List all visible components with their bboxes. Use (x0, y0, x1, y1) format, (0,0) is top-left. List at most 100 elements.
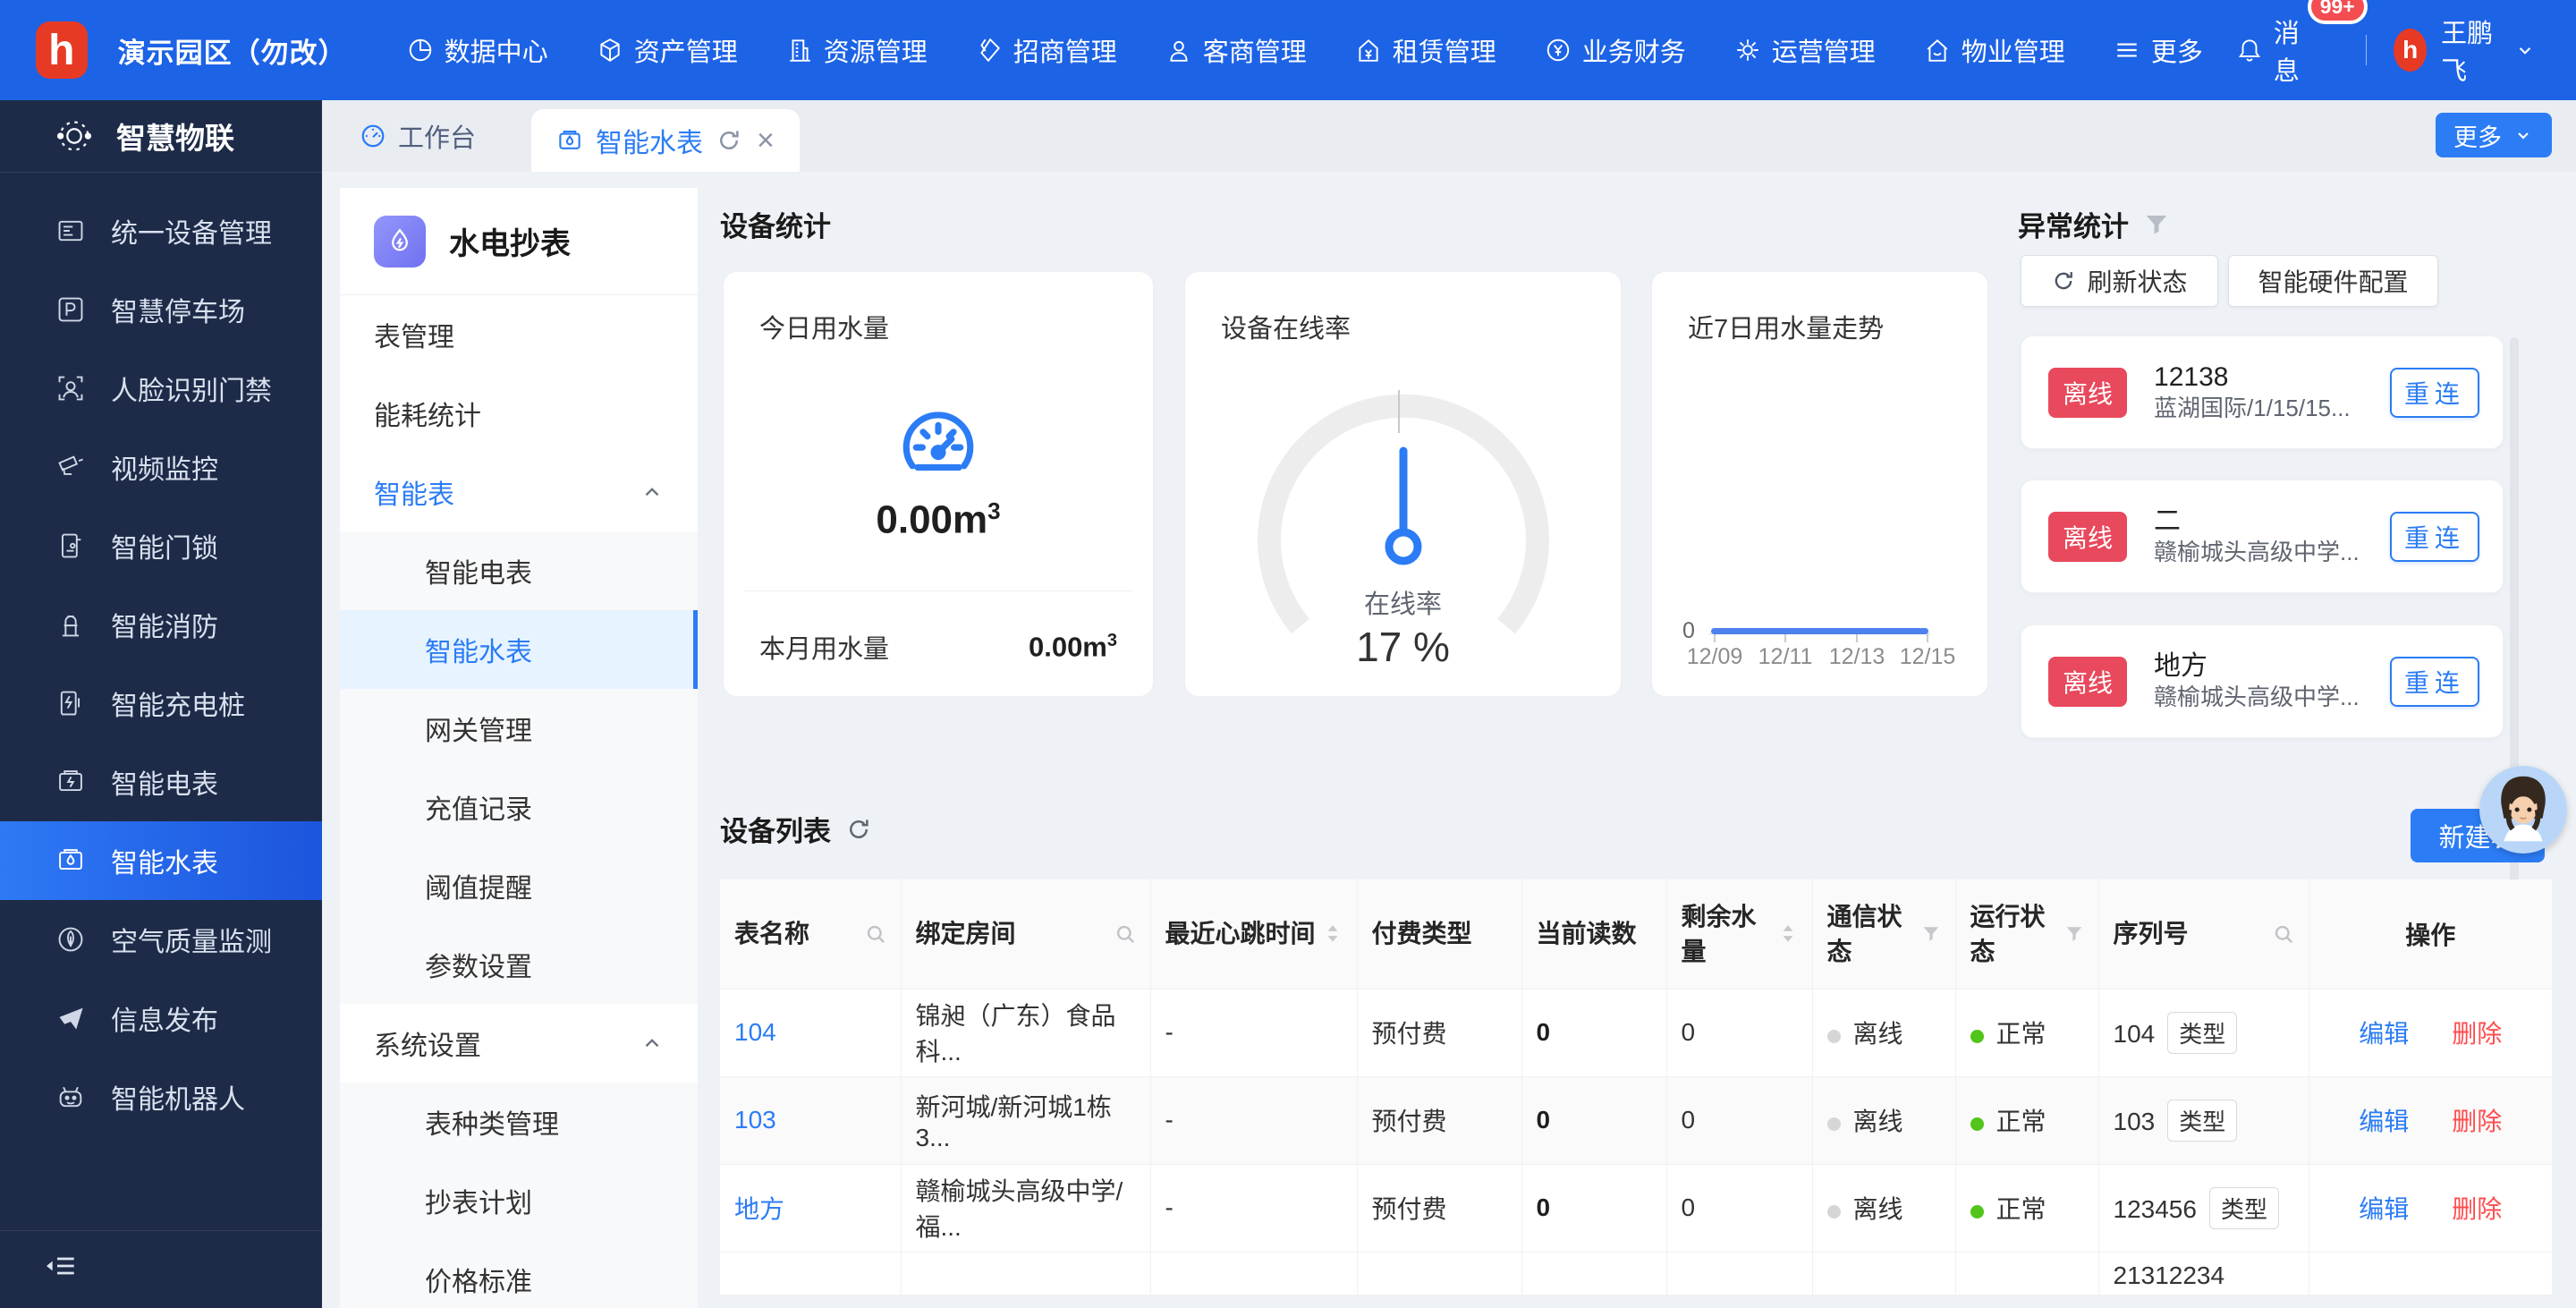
tab-workbench[interactable]: 工作台 (322, 100, 513, 172)
filter-funnel-icon[interactable] (2143, 211, 2170, 238)
search-icon[interactable] (1114, 923, 1136, 945)
search-icon[interactable] (865, 923, 886, 945)
col-bound-room[interactable]: 绑定房间 (901, 879, 1150, 989)
submenu-item-recharge-records[interactable]: 充值记录 (340, 768, 698, 846)
actions-cell: 编辑 删除 (2309, 1164, 2552, 1252)
sidebar-item-fire[interactable]: 智能消防 (0, 585, 322, 664)
refresh-status-label: 刷新状态 (2087, 263, 2187, 299)
close-tab-icon[interactable]: × (757, 125, 775, 156)
edit-link[interactable]: 编辑 (2359, 1102, 2409, 1138)
user-avatar[interactable]: h (2394, 29, 2427, 72)
submenu-label: 网关管理 (425, 709, 532, 748)
hardware-config-button[interactable]: 智能硬件配置 (2228, 255, 2438, 307)
edit-link[interactable]: 编辑 (2359, 1015, 2409, 1050)
submenu-item-threshold-alert[interactable]: 阈值提醒 (340, 846, 698, 925)
submenu-item-gateway-mgmt[interactable]: 网关管理 (340, 689, 698, 768)
reconnect-button[interactable]: 重连 (2390, 368, 2479, 418)
brand-logo[interactable]: h (36, 21, 88, 79)
sorter-icon[interactable] (1778, 922, 1798, 946)
nav-item-asset-mgmt[interactable]: 资产管理 (572, 31, 762, 69)
offline-device-card: 离线 地方 赣榆城头高级中学... 重连 (2021, 624, 2504, 738)
sidebar-item-label: 智能电表 (111, 762, 218, 802)
comm-status-cell: 离线 (1812, 989, 1955, 1076)
edit-link[interactable]: 编辑 (2359, 1190, 2409, 1226)
col-current-reading[interactable]: 当前读数 (1521, 879, 1666, 989)
submenu-group-smart-meter[interactable]: 智能表 (340, 453, 698, 531)
messages-button[interactable]: 消息 99+ (2227, 13, 2314, 88)
col-serial-no[interactable]: 序列号 (2098, 879, 2309, 989)
electric-meter-icon (55, 767, 86, 797)
tabbar-more-button[interactable]: 更多 (2436, 113, 2552, 157)
reconnect-button[interactable]: 重连 (2390, 657, 2479, 707)
refresh-list-icon[interactable] (845, 816, 872, 843)
reconnect-button[interactable]: 重连 (2390, 512, 2479, 562)
panel-scrollbar[interactable] (2510, 337, 2519, 964)
nav-item-resource-mgmt[interactable]: 资源管理 (762, 31, 952, 69)
refresh-status-button[interactable]: 刷新状态 (2021, 255, 2218, 307)
sidebar-item-label: 空气质量监测 (111, 920, 272, 959)
col-meter-name[interactable]: 表名称 (720, 879, 901, 989)
top-navbar-right: 更多 消息 99+ h 王鹏飞 (2089, 13, 2537, 88)
meter-name-link[interactable]: 104 (734, 1018, 776, 1046)
sorter-icon[interactable] (1323, 922, 1343, 946)
submenu-item-reading-plan[interactable]: 抄表计划 (340, 1161, 698, 1240)
sidebar-item-robot[interactable]: 智能机器人 (0, 1057, 322, 1136)
submenu-item-smart-elec-meter[interactable]: 智能电表 (340, 531, 698, 610)
nav-item-merchant-mgmt[interactable]: 客商管理 (1141, 31, 1331, 69)
pay-type-cell: 预付费 (1357, 1164, 1521, 1252)
nav-label: 招商管理 (1013, 31, 1117, 69)
sidebar-item-unified-device[interactable]: 统一设备管理 (0, 191, 322, 270)
meter-name-link[interactable]: 地方 (734, 1195, 784, 1223)
submenu-item-parameter-settings[interactable]: 参数设置 (340, 925, 698, 1004)
collapse-sidebar-button[interactable] (43, 1248, 79, 1288)
col-remaining-water[interactable]: 剩余水量 (1666, 879, 1812, 989)
submenu-item-meter-type-mgmt[interactable]: 表种类管理 (340, 1083, 698, 1161)
x-tick-label: 12/11 (1745, 644, 1826, 670)
col-comm-status[interactable]: 通信状态 (1812, 879, 1955, 989)
submenu-group-system-settings[interactable]: 系统设置 (340, 1004, 698, 1083)
nav-label: 物业管理 (1962, 31, 2065, 69)
col-run-status[interactable]: 运行状态 (1955, 879, 2098, 989)
nav-item-finance[interactable]: 业务财务 (1521, 31, 1710, 69)
heartbeat-cell: - (1150, 989, 1357, 1076)
card-today-water-usage: 今日用水量 0.00m3 本月用水量 0.00m3 (723, 271, 1154, 697)
water-meter-icon (55, 845, 86, 876)
sidebar-item-cctv[interactable]: 视频监控 (0, 428, 322, 506)
nav-item-more[interactable]: 更多 (2089, 31, 2227, 69)
sidebar-item-smart-lock[interactable]: 智能门锁 (0, 506, 322, 585)
delete-link[interactable]: 删除 (2452, 1190, 2502, 1226)
offline-dot (1827, 1117, 1841, 1131)
col-pay-type[interactable]: 付费类型 (1357, 879, 1521, 989)
sidebar-item-face-access[interactable]: 人脸识别门禁 (0, 349, 322, 428)
sidebar-item-charging-pile[interactable]: 智能充电桩 (0, 664, 322, 743)
tab-smart-water-meter[interactable]: 智能水表 × (531, 109, 800, 172)
search-icon[interactable] (2273, 923, 2294, 945)
submenu-item-smart-water-meter[interactable]: 智能水表 (340, 610, 698, 689)
col-last-heartbeat[interactable]: 最近心跳时间 (1150, 879, 1357, 989)
filter-icon[interactable] (2064, 924, 2084, 944)
delete-link[interactable]: 删除 (2452, 1015, 2502, 1050)
submenu-item-energy-stats[interactable]: 能耗统计 (340, 374, 698, 453)
refresh-tab-icon[interactable] (716, 127, 742, 154)
delete-link[interactable]: 删除 (2452, 1102, 2502, 1138)
nav-item-lease-mgmt[interactable]: 租赁管理 (1331, 31, 1521, 69)
user-name[interactable]: 王鹏飞 (2441, 13, 2501, 88)
assistant-avatar[interactable] (2479, 766, 2567, 854)
nav-item-invest-mgmt[interactable]: 招商管理 (952, 31, 1141, 69)
meter-name-link[interactable]: 103 (734, 1106, 776, 1134)
x-axis-tick (1927, 634, 1928, 642)
sidebar-item-water-meter[interactable]: 智能水表 (0, 821, 322, 900)
sidebar-item-info-publish[interactable]: 信息发布 (0, 979, 322, 1057)
sidebar-item-elec-meter[interactable]: 智能电表 (0, 743, 322, 821)
nav-item-operation-mgmt[interactable]: 运营管理 (1710, 31, 1900, 69)
sidebar-item-air-quality[interactable]: 空气质量监测 (0, 900, 322, 979)
submenu-item-meter-mgmt[interactable]: 表管理 (340, 295, 698, 374)
main-area: 设备统计 今日用水量 0.00m3 本月用水量 0.00m3 设备在线率 (720, 172, 2576, 1308)
sidebar-item-parking[interactable]: 智慧停车场 (0, 270, 322, 349)
nav-item-property-mgmt[interactable]: 物业管理 (1900, 31, 2089, 69)
nav-item-data-center[interactable]: 数据中心 (383, 31, 572, 69)
chevron-down-icon[interactable] (2513, 38, 2537, 62)
module-header: 水电抄表 (340, 188, 698, 295)
filter-icon[interactable] (1921, 924, 1941, 944)
submenu-item-price-standard[interactable]: 价格标准 (340, 1240, 698, 1308)
